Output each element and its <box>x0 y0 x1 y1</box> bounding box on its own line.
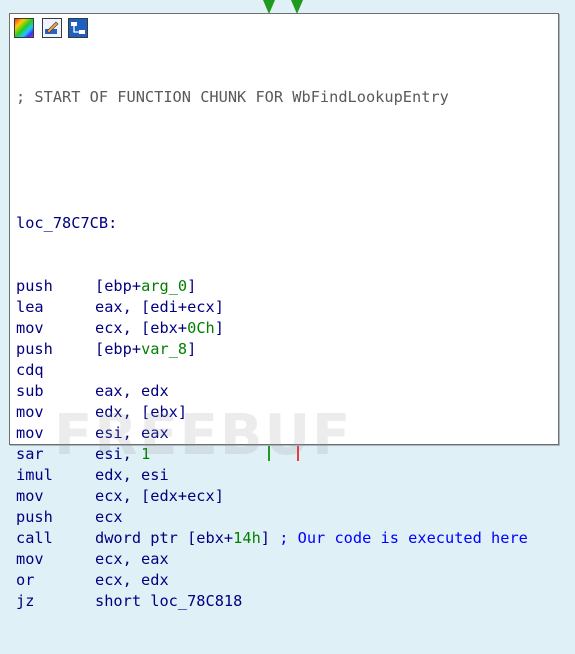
operand-tail: ] <box>187 340 197 358</box>
operands: ecx, [ebx+ <box>95 319 188 337</box>
set-node-color-icon[interactable] <box>14 18 34 38</box>
mnemonic: cdq <box>16 361 44 379</box>
code-label[interactable]: loc_78C7CB: <box>16 213 554 234</box>
operands: ecx, eax <box>95 550 169 568</box>
operand-tail: ] <box>187 277 197 295</box>
incoming-edge-arrow <box>263 0 275 14</box>
mnemonic: mov <box>16 424 44 442</box>
operand-symbol: var_8 <box>141 340 188 358</box>
node-titlebar[interactable] <box>10 14 558 42</box>
instruction-line[interactable]: cdq <box>16 360 554 381</box>
incoming-edge-arrow <box>291 0 303 14</box>
mnemonic: call <box>16 529 53 547</box>
operand-symbol: arg_0 <box>141 277 188 295</box>
mnemonic: push <box>16 340 53 358</box>
mnemonic: mov <box>16 550 44 568</box>
mnemonic: mov <box>16 403 44 421</box>
mnemonic: mov <box>16 487 44 505</box>
mnemonic: lea <box>16 298 44 316</box>
instruction-line[interactable]: push ecx <box>16 507 554 528</box>
operands: [ebp+ <box>95 277 142 295</box>
mnemonic: or <box>16 571 35 589</box>
operands: esi, <box>95 445 142 463</box>
mnemonic: push <box>16 277 53 295</box>
instruction-line[interactable]: mov edx, [ebx] <box>16 402 554 423</box>
operands: ecx <box>95 508 123 526</box>
operands: edx, [ebx] <box>95 403 188 421</box>
instruction-line[interactable]: lea eax, [edi+ecx] <box>16 297 554 318</box>
instruction-line[interactable]: imul edx, esi <box>16 465 554 486</box>
mnemonic: mov <box>16 319 44 337</box>
operand-tail: ] <box>260 529 280 547</box>
operands: eax, [edi+ecx] <box>95 298 224 316</box>
operands: eax, edx <box>95 382 169 400</box>
instruction-line[interactable]: mov ecx, [edx+ecx] <box>16 486 554 507</box>
graph-node[interactable]: ; START OF FUNCTION CHUNK FOR WbFindLook… <box>9 13 559 610</box>
operand-tail: ] <box>214 319 224 337</box>
instruction-line[interactable]: push [ebp+ var_8] <box>16 339 554 360</box>
mnemonic: push <box>16 508 53 526</box>
operands: dword ptr [ebx+ <box>95 529 234 547</box>
chunk-comment: ; START OF FUNCTION CHUNK FOR WbFindLook… <box>16 88 449 106</box>
mnemonic: sub <box>16 382 44 400</box>
instruction-line[interactable]: jz short loc_78C818 <box>16 591 554 612</box>
operands: ecx, [edx+ecx] <box>95 487 224 505</box>
operand-symbol: 14h <box>233 529 261 547</box>
inline-comment: ; Our code is executed here <box>279 529 528 547</box>
instruction-line[interactable]: push [ebp+ arg_0] <box>16 276 554 297</box>
false-branch-edge <box>297 446 299 461</box>
instruction-line[interactable]: mov ecx, [ebx+ 0Ch] <box>16 318 554 339</box>
mnemonic: imul <box>16 466 53 484</box>
true-branch-edge <box>268 446 270 461</box>
group-nodes-icon[interactable] <box>68 18 88 38</box>
mnemonic: sar <box>16 445 44 463</box>
operands: edx, esi <box>95 466 169 484</box>
instruction-line[interactable]: mov ecx, eax <box>16 549 554 570</box>
rename-icon[interactable] <box>42 18 62 38</box>
operands: [ebp+ <box>95 340 142 358</box>
operands: esi, eax <box>95 424 169 442</box>
operands: ecx, edx <box>95 571 169 589</box>
mnemonic: jz <box>16 592 35 610</box>
operands: short loc_78C818 <box>95 592 243 610</box>
disassembly-listing: ; START OF FUNCTION CHUNK FOR WbFindLook… <box>16 45 554 654</box>
operand-symbol: 1 <box>141 445 151 463</box>
instruction-line[interactable]: or ecx, edx <box>16 570 554 591</box>
instruction-line[interactable]: sub eax, edx <box>16 381 554 402</box>
instruction-line[interactable]: call dword ptr [ebx+ 14h] ; Our code is ex… <box>16 528 554 549</box>
operand-symbol: 0Ch <box>187 319 215 337</box>
instruction-line[interactable]: mov esi, eax <box>16 423 554 444</box>
instruction-line[interactable]: sar esi, 1 <box>16 444 554 465</box>
